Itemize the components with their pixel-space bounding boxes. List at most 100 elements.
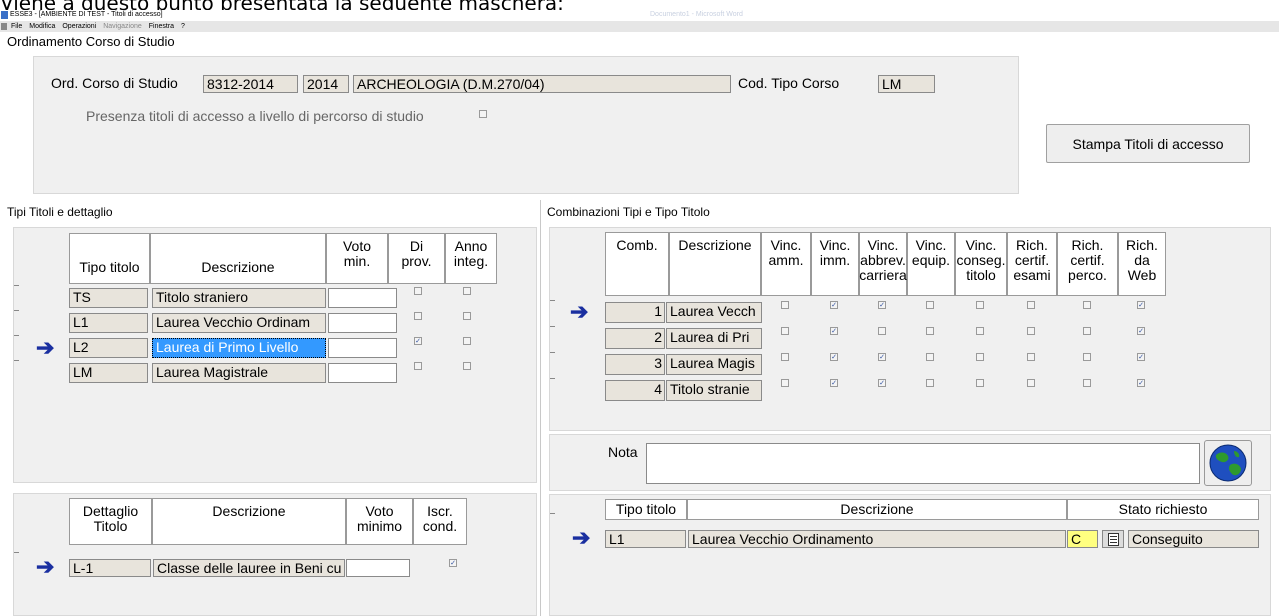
dett-iscr-checkbox[interactable]: ✓ [449,559,457,567]
tipi-anno-checkbox[interactable] [463,337,471,345]
comb-flag-checkbox[interactable] [976,379,984,387]
hdr-comb-web: Rich. da Web [1118,232,1166,296]
comb-flag-checkbox[interactable] [1083,301,1091,309]
stato-lookup-button[interactable] [1102,530,1124,548]
comb-flag-checkbox[interactable] [1083,379,1091,387]
tipi-voto-field[interactable] [328,313,397,333]
menu-operazioni[interactable]: Operazioni [62,23,96,30]
row-tick [550,352,555,353]
comb-num-field[interactable]: 1 [605,302,665,323]
comb-flag-checkbox[interactable]: ✓ [1137,301,1145,309]
tipi-voto-field[interactable] [328,288,397,308]
presenza-checkbox[interactable] [479,110,487,118]
comb-descr-field[interactable]: Titolo stranie [666,380,762,401]
comb-flag-checkbox[interactable] [1083,327,1091,335]
tipi-prov-checkbox[interactable] [414,287,422,295]
comb-flag-checkbox[interactable] [1083,353,1091,361]
nota-label: Nota [608,444,638,460]
tipi-tipo-field[interactable]: TS [69,288,148,308]
stato-code-field[interactable]: C [1067,530,1098,548]
doc-icon [1,22,7,30]
hdr-descrizione: Descrizione [150,233,326,284]
tipi-descr-field[interactable]: Laurea di Primo Livello [152,338,326,358]
vertical-divider [540,200,541,616]
stato-descr-field[interactable]: Conseguito [1128,530,1259,548]
titoli-descr-field[interactable]: Laurea Vecchio Ordinamento [688,530,1066,548]
comb-flag-checkbox[interactable] [976,353,984,361]
menu-finestra[interactable]: Finestra [149,23,174,30]
ord-code-field[interactable]: 8312-2014 [203,75,298,93]
comb-flag-checkbox[interactable]: ✓ [830,353,838,361]
menu-modifica[interactable]: Modifica [29,23,55,30]
comb-flag-checkbox[interactable] [926,379,934,387]
tipi-tipo-field[interactable]: L2 [69,338,148,358]
hdr-comb-perco: Rich. certif. perco. [1057,232,1118,296]
globe-button[interactable] [1204,440,1252,486]
comb-flag-checkbox[interactable]: ✓ [830,327,838,335]
comb-flag-checkbox[interactable] [781,353,789,361]
tipi-prov-checkbox[interactable]: ✓ [414,337,422,345]
titoli-tipo-field[interactable]: L1 [605,530,686,548]
comb-flag-checkbox[interactable] [878,327,886,335]
comb-flag-checkbox[interactable]: ✓ [878,353,886,361]
comb-descr-field[interactable]: Laurea di Pri [666,328,762,349]
menu-navigazione[interactable]: Navigazione [103,23,142,30]
comb-flag-checkbox[interactable]: ✓ [878,301,886,309]
comb-flag-checkbox[interactable] [926,353,934,361]
comb-flag-checkbox[interactable] [976,327,984,335]
dett-code-field[interactable]: L-1 [69,559,151,577]
ord-year-field[interactable]: 2014 [303,75,349,93]
row-tick [550,300,555,301]
comb-flag-checkbox[interactable] [926,327,934,335]
tipi-prov-checkbox[interactable] [414,312,422,320]
tipi-descr-field[interactable]: Titolo straniero [152,288,326,308]
document-icon [1107,532,1119,546]
tipi-descr-field[interactable]: Laurea Vecchio Ordinam [152,313,326,333]
ord-name-field[interactable]: ARCHEOLOGIA (D.M.270/04) [353,75,731,93]
tipi-tipo-field[interactable]: L1 [69,313,148,333]
tipi-voto-field[interactable] [328,338,397,358]
comb-flag-checkbox[interactable]: ✓ [1137,327,1145,335]
comb-num-field[interactable]: 3 [605,354,665,375]
comb-descr-field[interactable]: Laurea Magis [666,354,762,375]
window-title: ESSE3 - [AMBIENTE DI TEST - Titoli di ac… [10,11,163,18]
tipi-prov-checkbox[interactable] [414,362,422,370]
comb-flag-checkbox[interactable] [781,301,789,309]
comb-flag-checkbox[interactable] [1027,301,1035,309]
row-tick [550,513,555,514]
app-icon [1,11,8,19]
comb-num-field[interactable]: 2 [605,328,665,349]
dett-descr-field[interactable]: Classe delle lauree in Beni cu [153,559,345,577]
comb-flag-checkbox[interactable] [1027,379,1035,387]
comb-num-field[interactable]: 4 [605,380,665,401]
comb-flag-checkbox[interactable]: ✓ [830,301,838,309]
comb-flag-checkbox[interactable] [781,379,789,387]
stampa-titoli-button[interactable]: Stampa Titoli di accesso [1046,124,1250,163]
hdr-voto-min: Voto min. [326,233,388,284]
comb-flag-checkbox[interactable] [781,327,789,335]
tipi-anno-checkbox[interactable] [463,362,471,370]
comb-descr-field[interactable]: Laurea Vecch [666,302,762,323]
globe-icon [1209,444,1247,482]
comb-flag-checkbox[interactable]: ✓ [1137,353,1145,361]
comb-current-row-arrow: ➔ [570,299,589,324]
menu-help[interactable]: ? [181,23,185,30]
cod-tipo-field[interactable]: LM [878,75,935,93]
tipi-anno-checkbox[interactable] [463,287,471,295]
hdr-stato-richiesto: Stato richiesto [1067,499,1259,520]
tipi-voto-field[interactable] [328,363,397,383]
comb-flag-checkbox[interactable] [926,301,934,309]
comb-flag-checkbox[interactable]: ✓ [830,379,838,387]
comb-flag-checkbox[interactable]: ✓ [878,379,886,387]
menu-file[interactable]: File [11,23,22,30]
dett-voto-field[interactable] [346,559,410,577]
comb-flag-checkbox[interactable] [1027,353,1035,361]
ordinamento-title: Ordinamento Corso di Studio [7,34,175,49]
nota-field[interactable] [646,443,1200,484]
comb-flag-checkbox[interactable]: ✓ [1137,379,1145,387]
tipi-tipo-field[interactable]: LM [69,363,148,383]
tipi-descr-field[interactable]: Laurea Magistrale [152,363,326,383]
tipi-anno-checkbox[interactable] [463,312,471,320]
comb-flag-checkbox[interactable] [1027,327,1035,335]
comb-flag-checkbox[interactable] [976,301,984,309]
